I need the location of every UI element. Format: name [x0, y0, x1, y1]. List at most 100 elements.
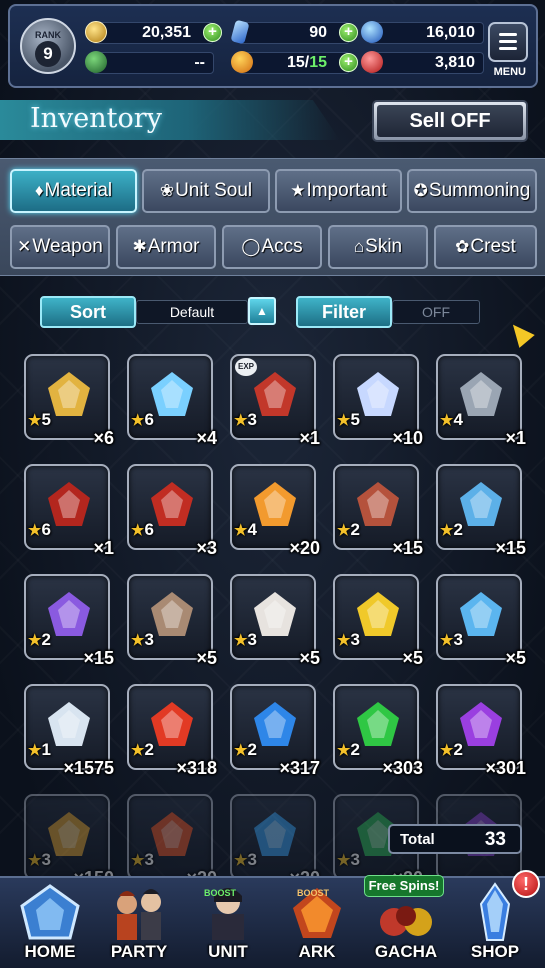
star-icon: ★ — [440, 412, 454, 429]
inventory-item-white-gem[interactable]: ★1 ×1575 — [24, 684, 114, 778]
inventory-item-meat[interactable]: ★2 ×15 — [333, 464, 423, 558]
star-icon: ★ — [337, 852, 351, 869]
item-rarity: ★5 — [28, 410, 51, 430]
inventory-item-cyan-gem[interactable]: ★3×20 — [230, 794, 320, 888]
star-icon: ★ — [28, 522, 42, 539]
gil-counter[interactable]: 20,351 + — [85, 21, 222, 44]
second-right-value: 3,810 — [434, 54, 475, 71]
tab-label: Armor — [147, 236, 200, 257]
nav-home[interactable]: HOME — [6, 880, 94, 966]
item-stars: 1 — [41, 740, 51, 759]
item-stars: 4 — [247, 520, 257, 539]
inventory-item-blue-gem[interactable]: ★2 ×317 — [230, 684, 320, 778]
item-quantity: ×6 — [93, 428, 114, 448]
add-lapis-button[interactable]: + — [339, 23, 358, 42]
tab-unit-soul[interactable]: ❀Unit Soul — [142, 169, 270, 213]
sort-value[interactable]: Default — [136, 300, 248, 324]
inventory-item-blue-potion[interactable]: ★2 ×15 — [436, 464, 526, 558]
tab-skin[interactable]: ⌂Skin — [328, 225, 428, 269]
tab-accs[interactable]: ◯Accs — [222, 225, 322, 269]
stamina-counter[interactable]: 15/15 + — [231, 51, 358, 74]
inventory-item-silver-ore[interactable]: ★4 ×1 — [436, 354, 526, 448]
inventory-item-purple-crystals[interactable]: ★2 ×15 — [24, 574, 114, 668]
sort-order-button[interactable]: ▲ — [248, 297, 276, 325]
nav-label: ARK — [298, 942, 336, 961]
item-rarity: ★3 — [234, 630, 257, 650]
status-bar: RANK 9 20,351 + 90 + 16,010 -- 15/15 + 3… — [8, 4, 538, 88]
bag-icon: ♦ — [34, 181, 44, 200]
item-quantity: ×317 — [279, 758, 320, 778]
nav-ark[interactable]: BOOST ARK — [273, 880, 361, 966]
tab-label: Crest — [470, 236, 516, 257]
filter-button[interactable]: Filter — [296, 296, 392, 328]
item-stars: 3 — [247, 850, 257, 869]
star-icon: ★ — [234, 742, 248, 759]
inventory-item-red-potion[interactable]: EXP ★3 ×1 — [230, 354, 320, 448]
item-rarity: ★4 — [234, 520, 257, 540]
item-rarity: ★3 — [337, 850, 360, 870]
hanger-icon: ⌂ — [353, 237, 365, 256]
rank-value: 9 — [35, 41, 61, 67]
item-stars: 4 — [453, 410, 463, 429]
inventory-item-rainbow-gem[interactable]: ★3×150 — [24, 794, 114, 888]
shop-alert-badge: ! — [512, 870, 540, 898]
tab-label: Accs — [261, 236, 303, 257]
filter-value[interactable]: OFF — [392, 300, 480, 324]
add-stamina-button[interactable]: + — [339, 53, 358, 72]
page-title: Inventory — [30, 103, 162, 134]
star-icon: ★ — [28, 742, 42, 759]
free-spins-badge[interactable]: Free Spins! — [364, 875, 444, 897]
star-icon: ★ — [131, 632, 145, 649]
sort-button[interactable]: Sort — [40, 296, 136, 328]
rank-badge[interactable]: RANK 9 — [20, 18, 76, 74]
gil-coin-icon — [85, 21, 107, 43]
lapis-counter[interactable]: 90 + — [230, 19, 358, 45]
inventory-item-prism-crystal[interactable]: ★5 ×10 — [333, 354, 423, 448]
nav-unit[interactable]: BOOST UNIT — [184, 880, 272, 966]
tab-weapon[interactable]: ✕Weapon — [10, 225, 110, 269]
tab-armor[interactable]: ✱Armor — [116, 225, 216, 269]
item-stars: 3 — [144, 850, 154, 869]
nav-label: UNIT — [208, 942, 248, 961]
inventory-item-horn[interactable]: ★3 ×5 — [127, 574, 217, 668]
item-quantity: ×10 — [392, 428, 423, 448]
ark-icon: BOOST — [293, 888, 341, 938]
item-stars: 3 — [41, 850, 51, 869]
tab-material[interactable]: ♦Material — [10, 169, 137, 213]
item-quantity: ×20 — [289, 538, 320, 558]
crest-icon: ✿ — [455, 237, 470, 256]
star-icon: ★ — [234, 522, 248, 539]
inventory-item-violet-gem[interactable]: ★2 ×301 — [436, 684, 526, 778]
inventory-item-fire-elixir[interactable]: ★4 ×20 — [230, 464, 320, 558]
home-icon — [20, 884, 80, 940]
menu-button[interactable] — [488, 22, 528, 62]
inventory-item-red-warrior-portrait[interactable]: ★6 ×3 — [127, 464, 217, 558]
item-rarity: ★3 — [131, 630, 154, 650]
add-gil-button[interactable]: + — [203, 23, 222, 42]
inventory-item-red-beast-portrait[interactable]: ★6 ×1 — [24, 464, 114, 558]
star-icon: ★ — [440, 742, 454, 759]
inventory-item-gold-ingots[interactable]: ★5 ×6 — [24, 354, 114, 448]
sell-toggle-button[interactable]: Sell OFF — [372, 100, 528, 142]
summon-icon: ✪ — [413, 181, 428, 200]
inventory-item-blue-bone[interactable]: ★3 ×5 — [436, 574, 526, 668]
item-stars: 6 — [41, 520, 51, 539]
item-quantity: ×5 — [402, 648, 423, 668]
lapis-crystal-icon — [230, 19, 250, 45]
item-rarity: ★3 — [440, 630, 463, 650]
tab-summoning[interactable]: ✪Summoning — [407, 169, 537, 213]
inventory-item-letter[interactable]: ★3 ×5 — [230, 574, 320, 668]
tab-important[interactable]: ★Important — [275, 169, 402, 213]
star-icon: ★ — [234, 632, 248, 649]
inventory-item-orange-gem[interactable]: ★3×20 — [127, 794, 217, 888]
item-rarity: ★4 — [440, 410, 463, 430]
inventory-item-golden-apple[interactable]: ★3 ×5 — [333, 574, 423, 668]
nav-party[interactable]: PARTY — [95, 880, 183, 966]
tab-crest[interactable]: ✿Crest — [434, 225, 537, 269]
item-quantity: ×318 — [176, 758, 217, 778]
svg-text:BOOST: BOOST — [204, 888, 237, 898]
item-rarity: ★2 — [28, 630, 51, 650]
inventory-item-green-gem[interactable]: ★2 ×303 — [333, 684, 423, 778]
inventory-item-red-gem[interactable]: ★2 ×318 — [127, 684, 217, 778]
inventory-item-rainbow-orb[interactable]: ★6 ×4 — [127, 354, 217, 448]
